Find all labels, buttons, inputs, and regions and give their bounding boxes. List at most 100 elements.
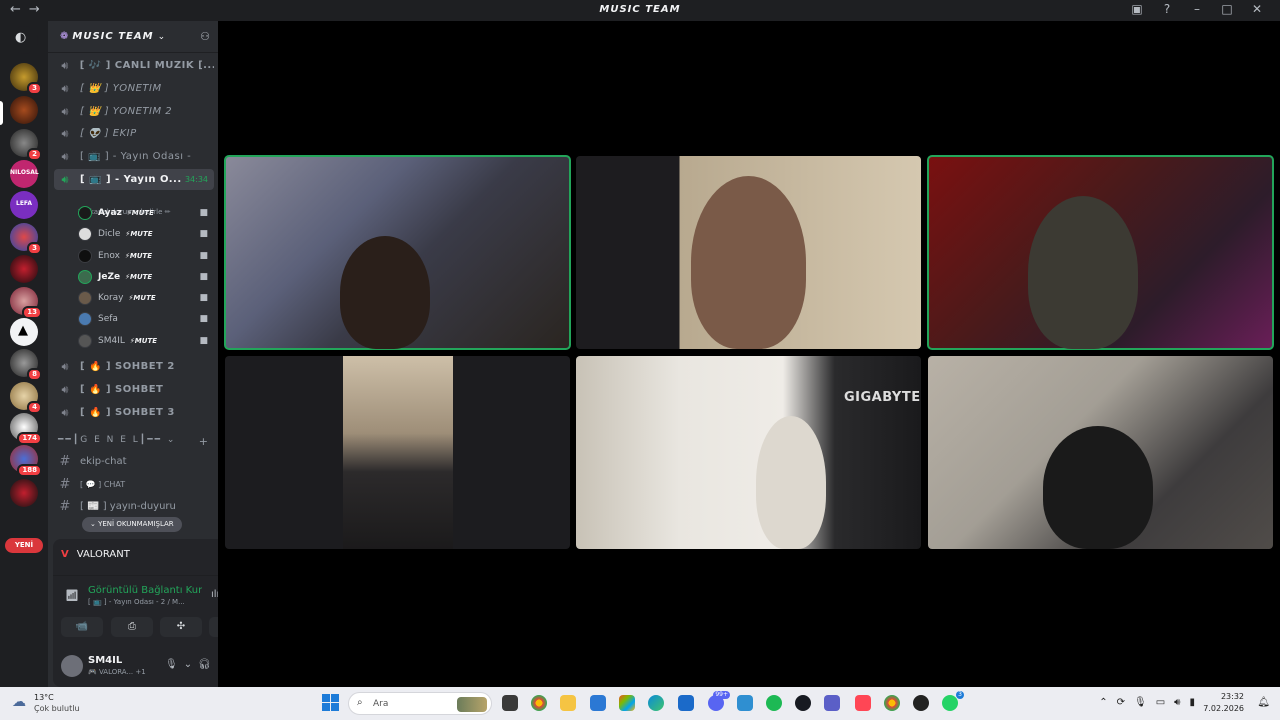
category-header[interactable]: ━━┃G E N E L┃━━ ⌄ + — [58, 435, 208, 451]
server-icon-lefa[interactable]: LEFA — [10, 191, 38, 219]
server-icon-nilosal[interactable]: NILOSAL — [10, 160, 39, 188]
channel-label: [ 🔥 ] SOHBET — [80, 384, 164, 395]
discord-home-button[interactable]: ◐ — [10, 26, 38, 54]
voice-channel[interactable]: 🔊︎ [ 🔥 ] SOHBET 3 — [54, 402, 214, 423]
camera-toggle-button[interactable]: 📹 — [61, 617, 103, 637]
microphone-icon[interactable]: 🎙︎ — [165, 659, 184, 670]
outlook-icon[interactable] — [678, 695, 694, 711]
edge-icon[interactable] — [648, 695, 664, 711]
voice-channel[interactable]: 🔊︎ [ 👑 ] YÖNETİM — [54, 78, 214, 99]
screen-share-button[interactable]: ⎙ — [111, 617, 153, 637]
text-channel[interactable]: # ekip-chat — [54, 451, 214, 472]
server-icon-14[interactable] — [10, 479, 38, 507]
member-name: SM4IL — [98, 335, 125, 346]
valorant-logo-icon: V — [61, 549, 69, 560]
clock-date[interactable]: 7.02.2026 — [1194, 704, 1244, 713]
voice-channel[interactable]: 🔊︎ [ 🔥 ] SOHBET 2 — [54, 356, 214, 377]
windows-start-icon[interactable] — [322, 694, 339, 711]
inbox-icon[interactable]: ▣ — [1122, 2, 1152, 16]
spotify-icon[interactable] — [766, 695, 782, 711]
add-channel-icon[interactable]: + — [199, 435, 208, 448]
video-tile-6[interactable] — [928, 356, 1273, 549]
notification-bell-icon[interactable]: 🔔︎ — [1257, 697, 1270, 708]
server-icon-2[interactable] — [10, 96, 38, 124]
connection-channel[interactable]: [ 📺 ] - Yayın Odası - 2 / M... — [88, 598, 185, 606]
file-explorer-icon[interactable] — [560, 695, 576, 711]
add-member-icon[interactable]: ⚇ — [200, 30, 210, 43]
valorant-taskbar-icon[interactable] — [855, 695, 871, 711]
server-icon-13[interactable]: 188 — [10, 445, 42, 477]
channel-label: [ 👑 ] YÖNETİM — [80, 83, 162, 94]
back-arrow-icon[interactable]: ← — [10, 2, 29, 17]
whatsapp-icon[interactable]: 3 — [942, 691, 964, 711]
microphone-icon[interactable]: 🎙︎ — [1134, 697, 1156, 708]
server-icon-7[interactable] — [10, 255, 38, 283]
voice-channel-active[interactable]: 🔊︎ [ 📺 ] - Yayın O... 34:34 — [54, 169, 214, 190]
voice-channel[interactable]: 🔊︎ [ 🔥 ] SOHBET — [54, 379, 214, 400]
copilot-icon[interactable] — [619, 695, 635, 711]
server-icon-3[interactable]: 2 — [10, 129, 42, 161]
chevron-down-icon[interactable]: ⌄ — [184, 659, 198, 670]
voice-member[interactable]: SM4IL ⚡MUTE ■ — [76, 330, 214, 351]
voice-member[interactable]: Enox ⚡MUTE ■ — [76, 245, 214, 266]
clock-time[interactable]: 23:32 — [1204, 692, 1244, 701]
teams-icon[interactable] — [824, 695, 840, 711]
volume-icon[interactable]: 🔊︎ — [1174, 697, 1189, 708]
chevron-up-icon[interactable]: ⌃ — [1099, 697, 1116, 708]
text-channel[interactable]: # [ 💬 ] CHAT — [54, 474, 214, 495]
text-channel[interactable]: # [ 📰 ] yayın-duyuru — [54, 496, 214, 517]
member-name: JeZe — [98, 271, 121, 282]
server-icon-8[interactable]: 13 — [10, 287, 42, 319]
server-icon-10[interactable]: 8 — [10, 349, 42, 381]
avatar — [78, 205, 92, 220]
new-unreads-pill[interactable]: ⌄ YENİ OKUNMAMIŞLAR — [82, 517, 182, 532]
activities-button[interactable]: ✣ — [160, 617, 202, 637]
server-header[interactable]: ❁ MUSIC TEAM ⌄ ⚇ — [48, 21, 218, 53]
taskbar-search[interactable]: ⌕ Ara — [348, 692, 492, 715]
voice-channel[interactable]: 🔊︎ [ 👑 ] YÖNETİM 2 — [54, 101, 214, 122]
voice-member[interactable]: Dicle ⚡MUTE ■ — [76, 223, 214, 244]
obs-icon[interactable] — [913, 695, 929, 711]
chrome-icon[interactable] — [531, 695, 547, 711]
app-icon[interactable] — [737, 695, 753, 711]
video-tile-3[interactable] — [927, 155, 1274, 350]
discord-taskbar-icon[interactable]: 99+ — [708, 691, 730, 711]
voice-channel[interactable]: 🔊︎ [ 👽 ] EKİP — [54, 123, 214, 144]
new-unread-pill[interactable]: YENİ — [5, 538, 43, 553]
steam-icon[interactable] — [795, 695, 811, 711]
close-button[interactable]: ✕ — [1242, 2, 1272, 16]
display-icon[interactable]: ▭ — [1156, 697, 1174, 708]
headphones-icon[interactable]: 🎧︎ — [198, 659, 217, 670]
server-icon-12[interactable]: 174 — [10, 413, 42, 445]
activity-game[interactable]: V VALORANT — [61, 549, 130, 560]
maximize-button[interactable]: □ — [1212, 2, 1242, 16]
mention-badge: 174 — [17, 432, 42, 445]
camera-icon: ■ — [199, 271, 208, 282]
voice-channel[interactable]: 🔊︎ [ 🎶 ] CANLI MÜZİK [... — [54, 55, 214, 76]
voice-member[interactable]: Koray ⚡MUTE ■ — [76, 287, 214, 308]
help-icon[interactable]: ? — [1152, 2, 1182, 16]
speaker-icon: 🔊︎ — [61, 359, 69, 373]
video-tile-4[interactable] — [225, 356, 570, 549]
connection-status[interactable]: Görüntülü Bağlantı Kuruldu — [88, 585, 202, 596]
chrome-profile-icon[interactable] — [884, 695, 900, 711]
sync-icon[interactable]: ⟳ — [1117, 697, 1134, 708]
voice-member[interactable]: JeZe ⚡MUTE ■ — [76, 266, 214, 287]
forward-arrow-icon[interactable]: → — [29, 2, 48, 17]
store-icon[interactable] — [590, 695, 606, 711]
voice-member[interactable]: Ayaz ⚡MUTE ■ — [76, 202, 214, 223]
video-tile-1[interactable] — [224, 155, 571, 350]
mention-badge: 188 — [17, 464, 42, 477]
minimize-button[interactable]: – — [1182, 2, 1212, 16]
voice-member[interactable]: Sefa ■ — [76, 308, 214, 329]
voice-channel[interactable]: 🔊︎ [ 📺 ] - Yayın Odası - — [54, 146, 214, 167]
server-icon-1[interactable]: 3 — [10, 63, 42, 95]
speaker-icon: 🔊︎ — [61, 81, 69, 95]
server-icon-9[interactable]: ▲ — [10, 318, 38, 346]
video-tile-2[interactable] — [576, 156, 921, 349]
task-view-icon[interactable] — [502, 695, 518, 711]
mute-tag: ⚡MUTE — [128, 293, 156, 302]
server-icon-6[interactable]: 3 — [10, 223, 42, 255]
server-icon-11[interactable]: 4 — [10, 382, 42, 414]
video-tile-5[interactable]: GIGABYTE — [576, 356, 921, 549]
